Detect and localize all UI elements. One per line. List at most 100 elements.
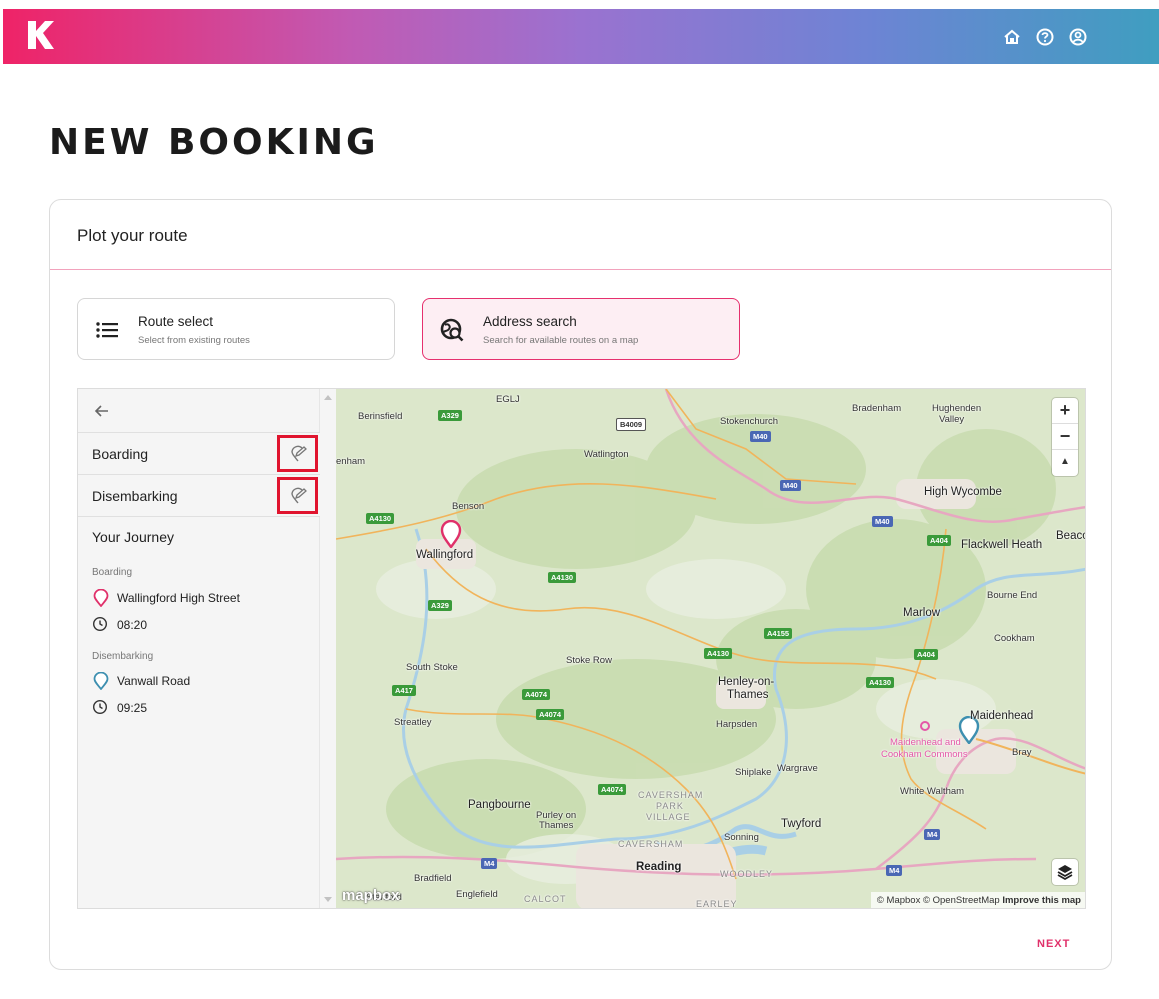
road-label: A4074	[598, 784, 627, 795]
boarding-pin-icon	[93, 589, 109, 607]
scroll-up-arrow[interactable]	[324, 395, 332, 400]
address-search-title: Address search	[483, 314, 577, 329]
account-icon[interactable]	[1067, 26, 1089, 48]
card-title: Plot your route	[77, 226, 188, 245]
map-place: Streatley	[394, 717, 432, 728]
map-place: Bradfield	[414, 873, 452, 884]
clock-icon	[92, 616, 108, 632]
map-attribution: © Mapbox © OpenStreetMap Improve this ma…	[870, 892, 1085, 908]
road-label: M40	[780, 480, 801, 491]
edit-location-icon	[291, 487, 307, 504]
map-place: Reading	[636, 861, 682, 873]
back-arrow-icon[interactable]	[92, 401, 112, 421]
map-place: Hughenden	[932, 403, 982, 414]
disembarking-place: Vanwall Road	[92, 672, 312, 690]
map-place: Flackwell Heath	[961, 539, 1043, 551]
boarding-time-value: 08:20	[117, 618, 148, 632]
disembarking-row[interactable]: Disembarking	[78, 474, 320, 516]
map-place: enham	[336, 456, 366, 467]
improve-map-link[interactable]: Improve this map	[1002, 895, 1081, 906]
map-place: Thames	[539, 820, 574, 831]
road-label: A4130	[866, 677, 895, 688]
map-place: Beaco	[1056, 530, 1086, 542]
map-place: Benson	[452, 501, 485, 512]
map-place: CAVERSHAM	[638, 790, 704, 800]
route-card: Plot your route Route select Select from…	[49, 199, 1112, 970]
disembarking-time-value: 09:25	[117, 701, 148, 715]
map-place: Berinsfield	[358, 411, 403, 422]
route-select-option[interactable]: Route select Select from existing routes	[77, 298, 395, 360]
sidebar-scrollbar[interactable]	[320, 389, 336, 908]
map-place: Englefield	[456, 889, 498, 900]
route-select-subtitle: Select from existing routes	[138, 335, 250, 346]
map-place: Cookham Commons	[881, 749, 968, 760]
attribution-text: © Mapbox © OpenStreetMap	[876, 895, 1000, 906]
layers-button[interactable]	[1052, 859, 1078, 885]
map-place: White Waltham	[900, 786, 965, 797]
road-label: M40	[872, 516, 893, 527]
help-icon[interactable]	[1034, 26, 1056, 48]
scroll-down-arrow[interactable]	[324, 897, 332, 902]
boarding-place: Wallingford High Street	[92, 589, 312, 607]
map-place: Watlington	[584, 449, 629, 460]
disembarking-section-label: Disembarking	[92, 651, 154, 662]
road-label: A404	[927, 535, 951, 546]
road-label: A417	[392, 685, 416, 696]
map-place: Henley-on-	[718, 676, 775, 688]
divider	[78, 516, 320, 517]
disembarking-time: 09:25	[92, 699, 212, 717]
map-place: South Stoke	[406, 662, 458, 673]
k-logo-icon[interactable]	[25, 19, 55, 51]
road-label: A4130	[704, 648, 733, 659]
park-marker-icon	[920, 721, 930, 731]
boarding-section-label: Boarding	[92, 567, 133, 578]
boarding-edit-button[interactable]	[277, 435, 318, 472]
road-label: M40	[750, 431, 771, 442]
map-place: Harpsden	[716, 719, 758, 730]
zoom-in-button[interactable]: +	[1052, 398, 1078, 424]
road-label: A4074	[522, 689, 551, 700]
boarding-time: 08:20	[92, 616, 212, 634]
disembarking-label: Disembarking	[92, 488, 178, 504]
address-search-option[interactable]: Address search Search for available rout…	[422, 298, 740, 360]
map-place: CALCOT	[524, 894, 567, 904]
route-panel: Boarding Disembarking Your Journey Board…	[77, 388, 1086, 909]
mapbox-logo[interactable]: mapbox	[342, 887, 400, 904]
boarding-row[interactable]: Boarding	[78, 432, 320, 474]
map-place: CAVERSHAM	[618, 839, 684, 849]
disembarking-edit-button[interactable]	[277, 477, 318, 514]
map-place: EARLEY	[696, 899, 738, 909]
map-place: Maidenhead and	[890, 737, 961, 748]
road-label: A4074	[536, 709, 565, 720]
zoom-out-button[interactable]: −	[1052, 424, 1078, 450]
card-header: Plot your route	[50, 200, 1111, 270]
road-label: M4	[924, 829, 941, 840]
address-search-subtitle: Search for available routes on a map	[483, 335, 639, 346]
map-place: Bradenham	[852, 403, 902, 414]
route-map[interactable]: Berinsfield EGLJ Stokenchurch Bradenham …	[336, 389, 1086, 909]
map-place: PARK	[656, 801, 684, 811]
map-place: Shiplake	[735, 767, 772, 778]
disembarking-place-name: Vanwall Road	[117, 674, 191, 688]
map-place: Maidenhead	[970, 710, 1034, 722]
journey-sidebar: Boarding Disembarking Your Journey Board…	[78, 389, 320, 908]
map-place: Cookham	[994, 633, 1035, 644]
road-label: B4009	[616, 418, 647, 431]
clock-icon	[92, 699, 108, 715]
map-place: VILLAGE	[646, 812, 691, 822]
disembarking-pin-icon	[93, 672, 109, 690]
map-place: Twyford	[781, 818, 822, 830]
road-label: A4130	[548, 572, 577, 583]
map-place: Bray	[1012, 747, 1032, 758]
map-place: Pangbourne	[468, 799, 531, 811]
compass-button[interactable]: ▲	[1052, 450, 1078, 476]
boarding-map-pin[interactable]	[440, 520, 462, 548]
map-place: Valley	[939, 414, 965, 425]
home-icon[interactable]	[1001, 26, 1023, 48]
road-label: M4	[481, 858, 498, 869]
route-select-title: Route select	[138, 314, 214, 329]
map-place: Wargrave	[777, 763, 818, 774]
map-place: Marlow	[903, 607, 941, 619]
page-title: NEW BOOKING	[49, 122, 379, 163]
next-button[interactable]: NEXT	[1037, 938, 1070, 950]
